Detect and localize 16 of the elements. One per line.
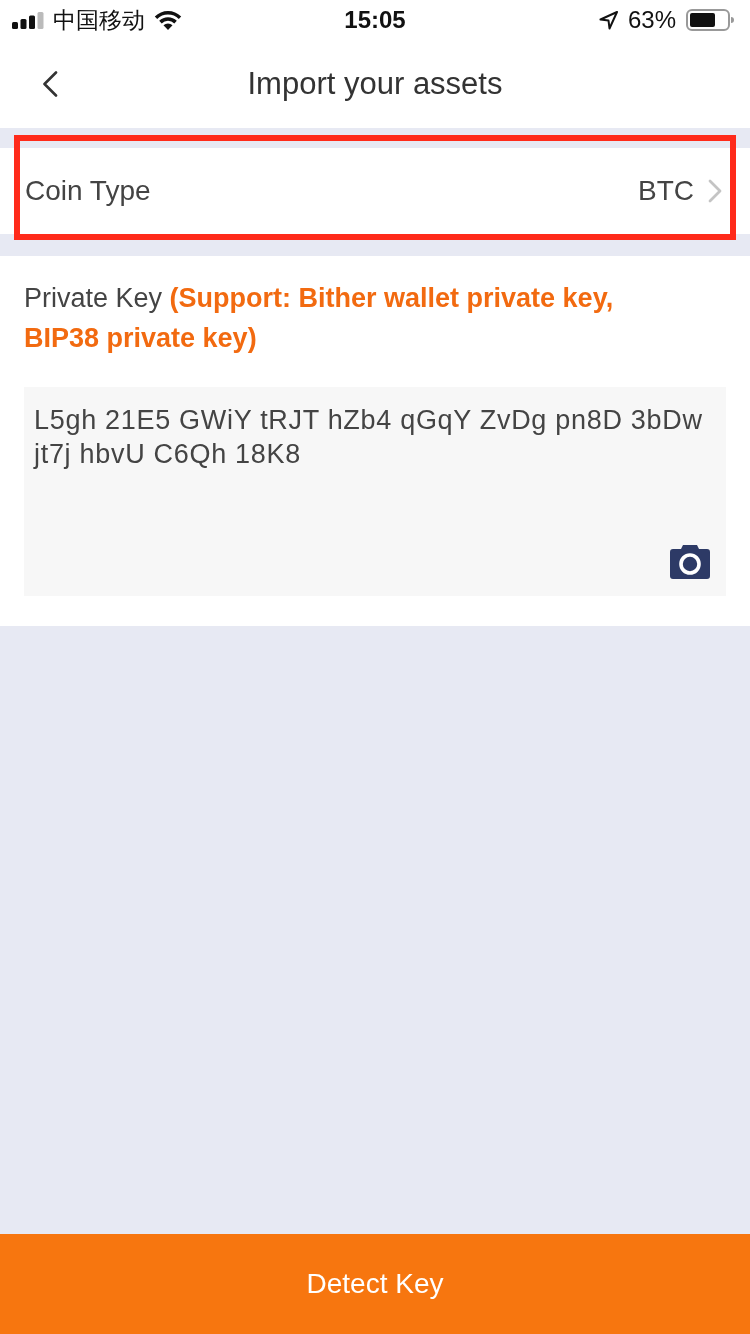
- coin-type-label: Coin Type: [25, 175, 152, 207]
- carrier-name: 中国移动: [53, 5, 145, 35]
- page-title: Import your assets: [247, 66, 503, 102]
- signal-icon: [12, 11, 44, 29]
- private-key-label: Private Key (Support: Bither wallet private key, BIP38 private key): [24, 282, 615, 355]
- clock-time: 15:05: [344, 6, 406, 34]
- battery-percent: 63%: [627, 6, 676, 34]
- coin-type-value: BTC: [638, 175, 694, 207]
- coin-type-row[interactable]: Coin Type BTC: [0, 148, 750, 234]
- camera-icon[interactable]: [670, 545, 710, 579]
- battery-icon: [686, 9, 734, 31]
- chevron-right-icon: [708, 179, 722, 203]
- location-arrow-icon: [598, 10, 618, 30]
- back-chevron-icon: [42, 71, 58, 97]
- wifi-icon: [154, 10, 182, 30]
- private-key-input[interactable]: L5gh 21E5 GWiY tRJT hZb4 qGqY ZvDg pn8D 3bDw jt7j hbvU C6Qh 18K8: [24, 387, 726, 596]
